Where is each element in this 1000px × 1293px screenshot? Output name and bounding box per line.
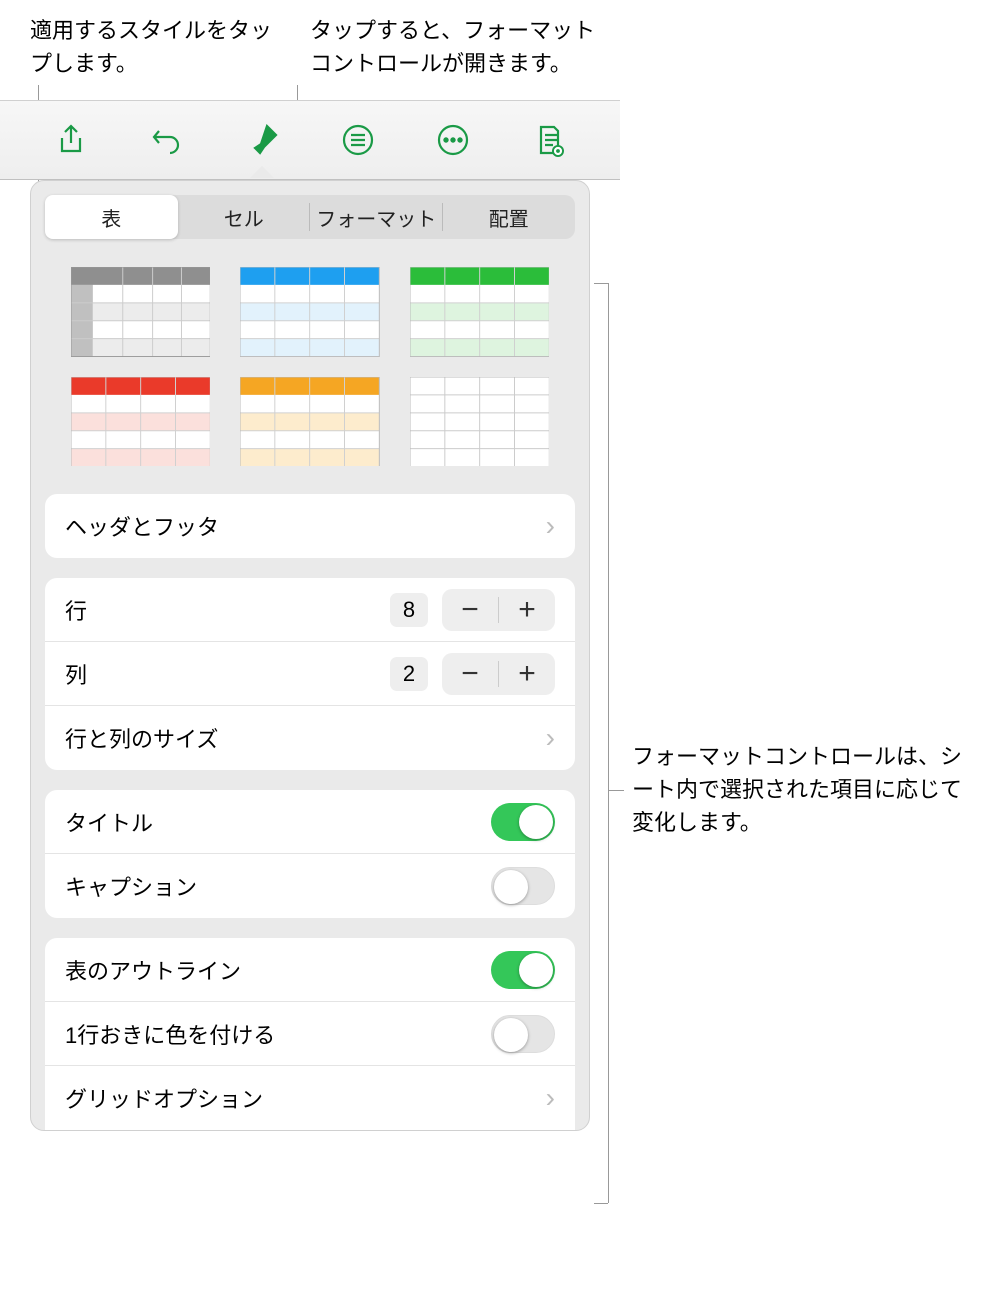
row-label: キャプション xyxy=(65,870,491,902)
tab-arrange[interactable]: 配置 xyxy=(443,195,576,239)
row-label: 列 xyxy=(65,658,390,690)
switch-knob xyxy=(494,870,528,904)
document-view-icon xyxy=(532,123,566,157)
row-rows: 行 8 − + xyxy=(45,578,575,642)
share-button[interactable] xyxy=(47,116,95,164)
callout-side: フォーマットコントロールは、シート内で選択された項目に応じて変化します。 xyxy=(632,740,962,839)
rows-stepper: 8 − + xyxy=(390,589,555,631)
row-outline: 表のアウトライン xyxy=(45,938,575,1002)
tab-table[interactable]: 表 xyxy=(45,195,178,239)
format-brush-icon xyxy=(245,123,279,157)
app-window: 表 セル フォーマット 配置 xyxy=(0,100,620,1131)
outline-switch[interactable] xyxy=(491,951,555,989)
table-style-red[interactable] xyxy=(71,377,210,467)
table-style-gray[interactable] xyxy=(71,267,210,357)
insert-button[interactable] xyxy=(334,116,382,164)
format-popover: 表 セル フォーマット 配置 xyxy=(30,180,590,1131)
undo-button[interactable] xyxy=(143,116,191,164)
share-icon xyxy=(54,123,88,157)
group-title-caption: タイトル キャプション xyxy=(45,790,575,918)
row-label: 表のアウトライン xyxy=(65,954,491,986)
tab-format[interactable]: フォーマット xyxy=(310,195,443,239)
table-style-plain[interactable] xyxy=(410,377,549,467)
tab-cell[interactable]: セル xyxy=(178,195,311,239)
table-style-blue[interactable] xyxy=(240,267,379,357)
row-alternating: 1行おきに色を付ける xyxy=(45,1002,575,1066)
table-style-green[interactable] xyxy=(410,267,549,357)
callout-style: 適用するスタイルをタップします。 xyxy=(30,14,280,80)
alternating-switch[interactable] xyxy=(491,1015,555,1053)
rows-value: 8 xyxy=(390,593,428,627)
caption-switch[interactable] xyxy=(491,867,555,905)
chevron-right-icon: › xyxy=(546,1082,555,1114)
format-brush-button[interactable] xyxy=(238,116,286,164)
more-button[interactable] xyxy=(429,116,477,164)
popover-caret xyxy=(250,166,274,178)
document-view-button[interactable] xyxy=(525,116,573,164)
row-caption: キャプション xyxy=(45,854,575,918)
row-label: グリッドオプション xyxy=(65,1082,546,1114)
cols-increment-button[interactable]: + xyxy=(499,653,555,695)
switch-knob xyxy=(519,805,553,839)
table-style-grid xyxy=(31,257,589,494)
list-icon xyxy=(341,123,375,157)
cols-value: 2 xyxy=(390,657,428,691)
row-label: 行と列のサイズ xyxy=(65,722,546,754)
switch-knob xyxy=(519,953,553,987)
rows-decrement-button[interactable]: − xyxy=(442,589,498,631)
chevron-right-icon: › xyxy=(546,510,555,542)
toolbar xyxy=(0,100,620,180)
row-header-footer[interactable]: ヘッダとフッタ › xyxy=(45,494,575,558)
row-grid-options[interactable]: グリッドオプション › xyxy=(45,1066,575,1130)
cols-stepper: 2 − + xyxy=(390,653,555,695)
more-icon xyxy=(436,123,470,157)
row-size[interactable]: 行と列のサイズ › xyxy=(45,706,575,770)
row-label: 1行おきに色を付ける xyxy=(65,1018,491,1050)
row-label: タイトル xyxy=(65,806,491,838)
row-cols: 列 2 − + xyxy=(45,642,575,706)
group-rows-cols: 行 8 − + 列 2 − + xyxy=(45,578,575,770)
segmented-control: 表 セル フォーマット 配置 xyxy=(45,195,575,239)
row-label: ヘッダとフッタ xyxy=(65,510,546,542)
row-label: 行 xyxy=(65,594,390,626)
cols-decrement-button[interactable]: − xyxy=(442,653,498,695)
undo-icon xyxy=(150,123,184,157)
callout-line xyxy=(594,1203,608,1204)
group-header-footer: ヘッダとフッタ › xyxy=(45,494,575,558)
title-switch[interactable] xyxy=(491,803,555,841)
table-style-orange[interactable] xyxy=(240,377,379,467)
row-title: タイトル xyxy=(45,790,575,854)
callout-brush: タップすると、フォーマットコントロールが開きます。 xyxy=(310,14,610,80)
group-outline-grid: 表のアウトライン 1行おきに色を付ける グリッドオプション › xyxy=(45,938,575,1130)
rows-increment-button[interactable]: + xyxy=(499,589,555,631)
switch-knob xyxy=(494,1018,528,1052)
chevron-right-icon: › xyxy=(546,722,555,754)
